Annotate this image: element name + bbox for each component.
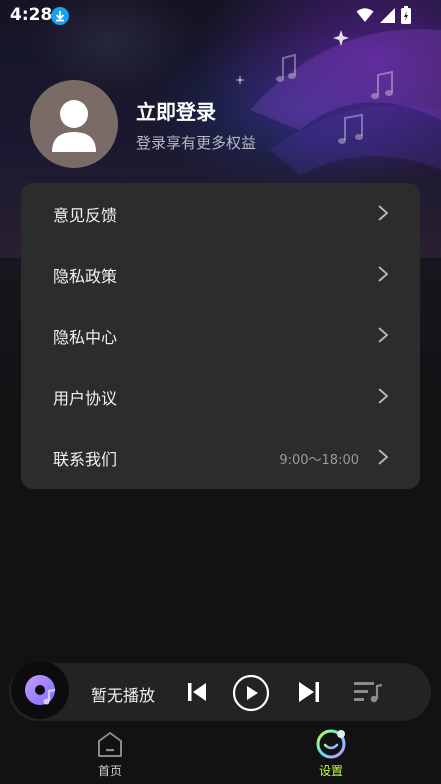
play-button[interactable] [232,674,270,712]
mini-player: 暂无播放 [9,661,431,721]
menu-item-label: 用户协议 [53,389,118,408]
settings-face-icon [316,729,346,759]
chevron-right-icon [378,388,389,404]
menu-item-label: 隐私政策 [53,267,118,286]
signal-icon [380,7,395,27]
wifi-icon [356,7,374,27]
service-hours: 9:00～18:00 [279,453,359,468]
avatar[interactable] [30,80,118,168]
menu-item-feedback[interactable]: 意见反馈 [21,183,420,244]
music-disc-icon [25,675,56,705]
login-title[interactable]: 立即登录 [136,96,216,125]
status-time: 4:28 [10,5,53,25]
playlist-icon[interactable] [352,679,384,705]
menu-item-label: 联系我们 [53,450,118,469]
tab-home[interactable]: 首页 [70,722,150,784]
album-disc[interactable] [11,661,69,719]
chevron-right-icon [378,266,389,282]
status-bar: 4:28 [0,0,441,32]
chevron-right-icon [378,327,389,343]
menu-item-privacy-center[interactable]: 隐私中心 [21,305,420,366]
chevron-right-icon [378,205,389,221]
user-icon [52,100,96,152]
previous-icon[interactable] [185,680,209,704]
menu-item-privacy-policy[interactable]: 隐私政策 [21,244,420,305]
now-playing-text: 暂无播放 [91,686,156,705]
home-icon [98,732,122,757]
menu-item-contact-us[interactable]: 联系我们 9:00～18:00 [21,427,420,488]
settings-menu: 意见反馈 隐私政策 隐私中心 用户协议 联系我们 9:00～18:00 [21,183,420,489]
tab-settings[interactable]: 设置 [291,722,371,784]
chevron-right-icon [378,449,389,465]
menu-item-user-agreement[interactable]: 用户协议 [21,366,420,427]
menu-item-label: 隐私中心 [53,328,118,347]
battery-icon [401,6,411,28]
menu-item-label: 意见反馈 [53,206,118,225]
next-icon[interactable] [296,679,322,705]
login-subtitle: 登录享有更多权益 [136,134,257,152]
tab-home-label: 首页 [97,764,122,778]
download-icon [51,7,69,25]
tab-settings-label: 设置 [318,764,343,778]
bottom-nav: 首页 设置 [0,722,441,784]
